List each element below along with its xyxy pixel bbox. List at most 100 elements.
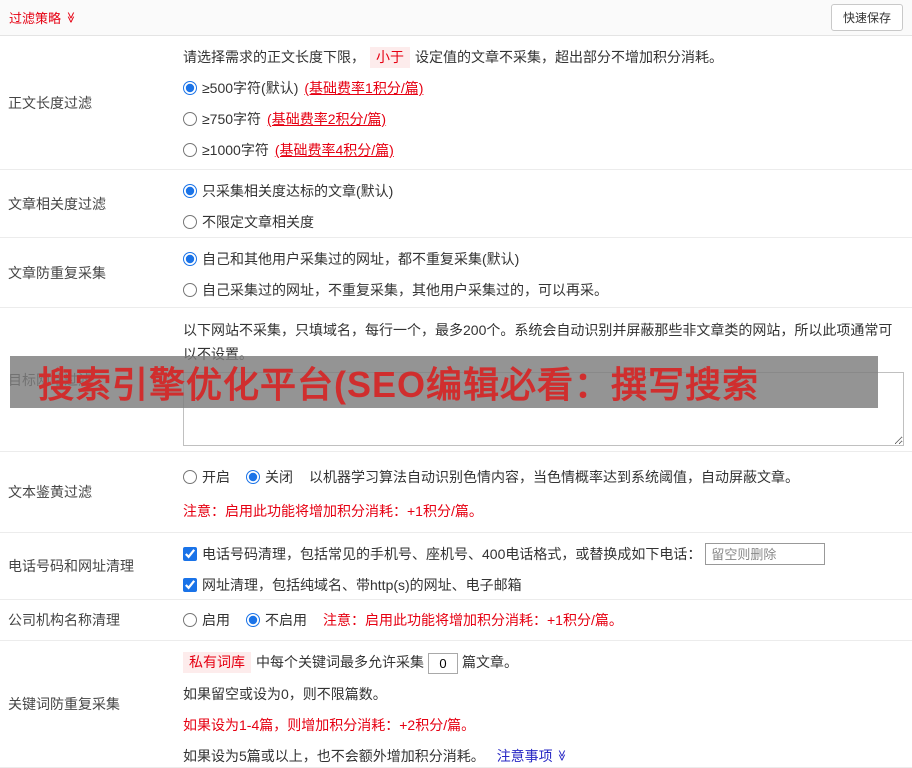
phone-cleanup-checkbox-label[interactable]: 电话号码清理，包括常见的手机号、座机号、400电话格式，或替换成如下电话： xyxy=(183,543,701,565)
length-filter-label: 正文长度过滤 xyxy=(8,94,92,111)
porn-radio-off[interactable] xyxy=(246,470,260,484)
target-filter-intro: 以下网站不采集，只填域名，每行一个，最多200个。系统会自动识别并屏蔽那些非文章… xyxy=(183,322,893,362)
quick-save-button[interactable]: 快速保存 xyxy=(830,4,903,31)
page-title[interactable]: 过滤策略 ≫ xyxy=(9,8,76,27)
porn-filter-desc: 以机器学习算法自动识别色情内容，当色情概率达到系统阈值，自动屏蔽文章。 xyxy=(309,469,799,485)
row-length-filter: 正文长度过滤 请选择需求的正文长度下限， 小于 设定值的文章不采集，超出部分不增加积… xyxy=(0,36,912,170)
keyword-note-zero: 如果留空或设为0，则不限篇数。 xyxy=(183,685,387,702)
company-cleanup-label: 公司机构名称清理 xyxy=(8,612,120,628)
length-radio-1000[interactable] xyxy=(183,143,197,157)
replacement-phone-input[interactable] xyxy=(705,543,826,565)
notes-link[interactable]: 注意事项 ≫ xyxy=(497,745,567,767)
url-cleanup-checkbox-label[interactable]: 网址清理，包括纯域名、带http(s)的网址、电子邮箱 xyxy=(183,574,522,596)
target-filter-content: 以下网站不采集，只填域名，每行一个，最多200个。系统会自动识别并屏蔽那些非文章… xyxy=(175,308,912,451)
dedup-filter-content: 自己和其他用户采集过的网址，都不重复采集(默认) 自己采集过的网址，不重复采集，… xyxy=(175,238,912,307)
dedup-option-global: 自己和其他用户采集过的网址，都不重复采集(默认) xyxy=(183,248,904,270)
option-text: 开启 xyxy=(202,469,230,485)
filter-strategy-page: 过滤策略 ≫ 快速保存 正文长度过滤 请选择需求的正文长度下限， 小于 设定值的文章… xyxy=(0,0,912,768)
blocked-domains-textarea[interactable] xyxy=(183,372,904,446)
dedup-radio-global[interactable] xyxy=(183,252,197,266)
porn-option-on-label[interactable]: 开启 xyxy=(183,466,230,488)
option-text: 自己采集过的网址，不重复采集，其他用户采集过的，可以再采。 xyxy=(202,282,608,298)
checkbox-text: 电话号码清理，包括常见的手机号、座机号、400电话格式，或替换成如下电话： xyxy=(202,546,702,562)
relevance-option-strict: 只采集相关度达标的文章(默认) xyxy=(183,180,904,202)
relevance-option-strict-label[interactable]: 只采集相关度达标的文章(默认) xyxy=(183,180,393,202)
topbar: 过滤策略 ≫ 快速保存 xyxy=(0,0,912,36)
url-cleanup-checkbox[interactable] xyxy=(183,578,197,592)
option-fee-note: (基础费率4积分/篇) xyxy=(274,142,394,158)
company-cleanup-content: 启用 不启用 注意：启用此功能将增加积分消耗：+1积分/篇。 xyxy=(175,600,912,640)
porn-filter-options: 开启 关闭 以机器学习算法自动识别色情内容，当色情概率达到系统阈值，自动屏蔽文章… xyxy=(183,466,904,488)
url-cleanup-line: 网址清理，包括纯域名、带http(s)的网址、电子邮箱 xyxy=(183,574,904,596)
company-cleanup-options: 启用 不启用 注意：启用此功能将增加积分消耗：+1积分/篇。 xyxy=(183,609,904,631)
limit-text-mid: 中每个关键词最多允许采集 xyxy=(256,654,424,670)
relevance-option-any-label[interactable]: 不限定文章相关度 xyxy=(183,211,314,233)
relevance-radio-any[interactable] xyxy=(183,215,197,229)
row-dedup-filter: 文章防重复采集 自己和其他用户采集过的网址，都不重复采集(默认) 自己采集过的网… xyxy=(0,238,912,308)
row-target-filter: 目标网站过滤 以下网站不采集，只填域名，每行一个，最多200个。系统会自动识别并… xyxy=(0,308,912,452)
option-text: ≥750字符 xyxy=(202,111,262,127)
company-radio-off[interactable] xyxy=(246,613,260,627)
dedup-filter-label: 文章防重复采集 xyxy=(8,264,106,281)
length-option-500: ≥500字符(默认) (基础费率1积分/篇) xyxy=(183,77,904,99)
less-than-tag: 小于 xyxy=(370,47,410,68)
chevron-down-icon: ≫ xyxy=(554,750,567,762)
keyword-note-fee: 如果设为1-4篇，则增加积分消耗：+2积分/篇。 xyxy=(183,716,476,733)
row-phone-url-cleanup: 电话号码和网址清理 电话号码清理，包括常见的手机号、座机号、400电话格式，或替… xyxy=(0,533,912,600)
keyword-limit-input[interactable] xyxy=(428,652,458,674)
target-filter-label: 目标网站过滤 xyxy=(8,371,92,388)
length-filter-content: 请选择需求的正文长度下限， 小于 设定值的文章不采集，超出部分不增加积分消耗。 ≥5… xyxy=(175,36,912,169)
relevance-filter-label: 文章相关度过滤 xyxy=(8,195,106,212)
keyword-dedup-content: 私有词库中每个关键词最多允许采集 篇文章。 如果留空或设为0，则不限篇数。 如果设… xyxy=(175,641,912,767)
length-option-500-label[interactable]: ≥500字符(默认) xyxy=(183,77,298,99)
company-option-on-label[interactable]: 启用 xyxy=(183,609,230,631)
porn-filter-fee-note: 注意：启用此功能将增加积分消耗：+1积分/篇。 xyxy=(183,503,483,519)
dedup-option-self-label[interactable]: 自己采集过的网址，不重复采集，其他用户采集过的，可以再采。 xyxy=(183,279,608,301)
length-option-1000-label[interactable]: ≥1000字符 xyxy=(183,139,269,161)
keyword-limit-line: 私有词库中每个关键词最多允许采集 篇文章。 xyxy=(183,651,904,674)
dedup-radio-self[interactable] xyxy=(183,283,197,297)
private-thesaurus-tag[interactable]: 私有词库 xyxy=(183,652,251,673)
option-text: 启用 xyxy=(202,612,230,628)
length-filter-intro: 请选择需求的正文长度下限， 小于 设定值的文章不采集，超出部分不增加积分消耗。 xyxy=(183,46,904,68)
keyword-dedup-label: 关键词防重复采集 xyxy=(8,696,120,712)
porn-filter-label: 文本鉴黄过滤 xyxy=(8,484,92,500)
phone-url-cleanup-content: 电话号码清理，包括常见的手机号、座机号、400电话格式，或替换成如下电话： 网址… xyxy=(175,533,912,599)
option-text: ≥1000字符 xyxy=(202,142,269,158)
option-text: 不启用 xyxy=(265,612,307,628)
row-relevance-filter: 文章相关度过滤 只采集相关度达标的文章(默认) 不限定文章相关度 xyxy=(0,170,912,238)
relevance-radio-strict[interactable] xyxy=(183,184,197,198)
keyword-note-five: 如果设为5篇或以上，也不会额外增加积分消耗。 注意事项 ≫ xyxy=(183,745,904,767)
relevance-filter-content: 只采集相关度达标的文章(默认) 不限定文章相关度 xyxy=(175,170,912,237)
option-text: 自己和其他用户采集过的网址，都不重复采集(默认) xyxy=(202,251,520,267)
dedup-option-self: 自己采集过的网址，不重复采集，其他用户采集过的，可以再采。 xyxy=(183,279,904,301)
limit-text-end: 篇文章。 xyxy=(462,654,518,670)
length-radio-750[interactable] xyxy=(183,112,197,126)
phone-url-cleanup-label: 电话号码和网址清理 xyxy=(8,558,134,574)
row-company-cleanup: 公司机构名称清理 启用 不启用 注意：启用此功能将增加积分消耗：+1积分/篇。 xyxy=(0,600,912,641)
length-option-750: ≥750字符 (基础费率2积分/篇) xyxy=(183,108,904,130)
row-porn-filter: 文本鉴黄过滤 开启 关闭 以机器学习算法自动识别色情内容，当色情概率达到系统阈值… xyxy=(0,452,912,533)
porn-option-off-label[interactable]: 关闭 xyxy=(246,466,293,488)
chevron-down-icon: ≫ xyxy=(64,11,77,24)
option-text: 只采集相关度达标的文章(默认) xyxy=(202,183,394,199)
row-keyword-dedup: 关键词防重复采集 私有词库中每个关键词最多允许采集 篇文章。 如果留空或设为0，则… xyxy=(0,641,912,768)
phone-cleanup-line: 电话号码清理，包括常见的手机号、座机号、400电话格式，或替换成如下电话： xyxy=(183,543,904,565)
note-text: 如果设为5篇或以上，也不会额外增加积分消耗。 xyxy=(183,747,485,764)
phone-cleanup-checkbox[interactable] xyxy=(183,547,197,561)
company-radio-on[interactable] xyxy=(183,613,197,627)
company-cleanup-fee-note: 注意：启用此功能将增加积分消耗：+1积分/篇。 xyxy=(323,612,623,628)
porn-radio-on[interactable] xyxy=(183,470,197,484)
length-radio-500[interactable] xyxy=(183,81,197,95)
intro-post: 设定值的文章不采集，超出部分不增加积分消耗。 xyxy=(415,49,723,65)
option-fee-note: (基础费率1积分/篇) xyxy=(304,80,424,96)
option-text: 不限定文章相关度 xyxy=(202,214,314,230)
option-text: ≥500字符(默认) xyxy=(202,80,299,96)
length-option-750-label[interactable]: ≥750字符 xyxy=(183,108,261,130)
notes-link-text: 注意事项 xyxy=(496,747,553,764)
checkbox-text: 网址清理，包括纯域名、带http(s)的网址、电子邮箱 xyxy=(202,577,522,593)
dedup-option-global-label[interactable]: 自己和其他用户采集过的网址，都不重复采集(默认) xyxy=(183,248,519,270)
company-option-off-label[interactable]: 不启用 xyxy=(246,609,307,631)
intro-pre: 请选择需求的正文长度下限， xyxy=(183,49,365,65)
porn-filter-content: 开启 关闭 以机器学习算法自动识别色情内容，当色情概率达到系统阈值，自动屏蔽文章… xyxy=(175,452,912,532)
